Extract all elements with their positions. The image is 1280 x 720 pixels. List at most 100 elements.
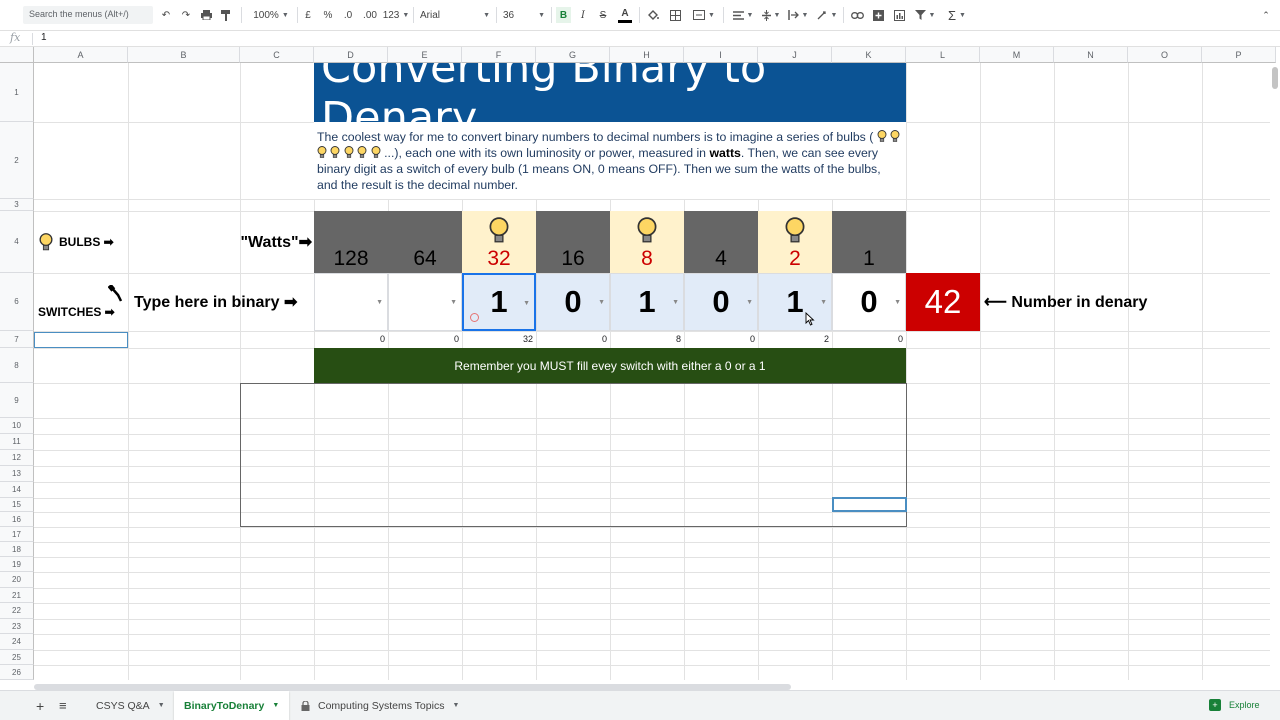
- type-here-label[interactable]: Type here in binary ➡: [128, 273, 312, 331]
- explore-button[interactable]: + Explore: [1209, 696, 1260, 714]
- strikethrough-button[interactable]: S: [598, 7, 608, 23]
- binary-switch-dropdown[interactable]: 0 ▼: [832, 273, 906, 331]
- text-wrapping-icon[interactable]: ▼: [786, 7, 810, 23]
- align-horizontal-icon[interactable]: ▼: [730, 7, 756, 23]
- all-sheets-button[interactable]: ≡: [49, 691, 77, 720]
- switches-label-cell[interactable]: SWITCHES ➡: [34, 273, 128, 331]
- row-header[interactable]: 25: [0, 650, 34, 665]
- chevron-down-icon[interactable]: ▼: [672, 299, 679, 306]
- watts-cell[interactable]: 1: [832, 211, 906, 273]
- column-header-e[interactable]: E: [388, 47, 462, 63]
- print-icon[interactable]: [200, 7, 212, 23]
- functions-icon[interactable]: Σ ▼: [945, 7, 969, 23]
- binary-switch-dropdown[interactable]: 1 ▼: [758, 273, 832, 331]
- row-header[interactable]: 1: [0, 63, 34, 122]
- row-header[interactable]: 9: [0, 383, 34, 418]
- page-title[interactable]: Converting Binary to Denary: [314, 63, 906, 122]
- row-header[interactable]: 15: [0, 498, 34, 512]
- row-header[interactable]: 11: [0, 434, 34, 450]
- column-header-h[interactable]: H: [610, 47, 684, 63]
- binary-switch-dropdown[interactable]: 0 ▼: [536, 273, 610, 331]
- binary-switch-dropdown[interactable]: ▼: [388, 273, 462, 331]
- watts-cell[interactable]: 64: [388, 211, 462, 273]
- row-header[interactable]: 4: [0, 211, 34, 273]
- bulbs-label-cell[interactable]: BULBS ➡: [38, 211, 128, 273]
- contribution-cell[interactable]: 0: [314, 331, 388, 348]
- watts-cell[interactable]: 16: [536, 211, 610, 273]
- watts-cell[interactable]: 2: [758, 211, 832, 273]
- contribution-cell[interactable]: 8: [610, 331, 684, 348]
- contribution-cell[interactable]: 0: [832, 331, 906, 348]
- more-formats-select[interactable]: 123 ▼: [383, 7, 410, 23]
- watts-cell[interactable]: 8: [610, 211, 684, 273]
- borders-icon[interactable]: [669, 7, 682, 23]
- column-header-m[interactable]: M: [980, 47, 1054, 63]
- row-header[interactable]: 3: [0, 199, 34, 211]
- select-all-corner[interactable]: [0, 47, 34, 63]
- binary-switch-dropdown[interactable]: 1 ▼: [462, 273, 536, 331]
- active-cell-highlight[interactable]: [34, 332, 128, 348]
- font-select[interactable]: Arial ▼: [420, 7, 490, 23]
- chevron-down-icon[interactable]: ▼: [523, 300, 530, 307]
- remember-banner[interactable]: Remember you MUST fill evey switch with …: [314, 348, 906, 383]
- vertical-scrollbar[interactable]: [1270, 63, 1280, 680]
- column-header-k[interactable]: K: [832, 47, 906, 63]
- tab-computing-systems-topics[interactable]: Computing Systems Topics ▼: [291, 691, 469, 720]
- tab-binary-to-denary[interactable]: BinaryToDenary ▼: [174, 691, 290, 720]
- italic-button[interactable]: I: [578, 7, 588, 23]
- contribution-cell[interactable]: 2: [758, 331, 832, 348]
- number-in-denary-label[interactable]: ⟵ Number in denary: [982, 273, 1202, 331]
- increase-decimal-button[interactable]: .00: [362, 7, 378, 23]
- chevron-down-icon[interactable]: ▼: [450, 299, 457, 306]
- zoom-select[interactable]: 100% ▼: [250, 7, 292, 23]
- insert-comment-icon[interactable]: [871, 7, 885, 23]
- binary-switch-dropdown[interactable]: ▼: [314, 273, 388, 331]
- row-header[interactable]: 17: [0, 527, 34, 542]
- undo-icon[interactable]: ↶: [160, 7, 172, 23]
- row-header[interactable]: 24: [0, 634, 34, 650]
- column-header-f[interactable]: F: [462, 47, 536, 63]
- font-size-select[interactable]: 36 ▼: [503, 7, 545, 23]
- row-header[interactable]: 12: [0, 450, 34, 466]
- column-header-j[interactable]: J: [758, 47, 832, 63]
- text-color-button[interactable]: A: [618, 7, 632, 23]
- menu-search-input[interactable]: Search the menus (Alt+/): [23, 6, 153, 24]
- chevron-down-icon[interactable]: ▼: [894, 299, 901, 306]
- bold-button[interactable]: B: [556, 7, 571, 23]
- tab-csys-qa[interactable]: CSYS Q&A ▼: [86, 691, 175, 720]
- row-header[interactable]: 8: [0, 348, 34, 383]
- percent-format-button[interactable]: %: [323, 7, 333, 23]
- column-header-g[interactable]: G: [536, 47, 610, 63]
- binary-switch-dropdown[interactable]: 1 ▼: [610, 273, 684, 331]
- redo-icon[interactable]: ↷: [180, 7, 192, 23]
- row-header[interactable]: 7: [0, 331, 34, 348]
- watts-cell[interactable]: 4: [684, 211, 758, 273]
- decrease-decimal-button[interactable]: .0: [341, 7, 355, 23]
- watts-cell[interactable]: 128: [314, 211, 388, 273]
- formula-input[interactable]: 1: [41, 32, 47, 43]
- contribution-cell[interactable]: 0: [684, 331, 758, 348]
- watts-label[interactable]: "Watts"➡: [128, 211, 312, 273]
- align-vertical-icon[interactable]: ▼: [760, 7, 782, 23]
- column-header-d[interactable]: D: [314, 47, 388, 63]
- collapse-toolbar-icon[interactable]: ⌃: [1259, 7, 1273, 23]
- row-header[interactable]: 19: [0, 557, 34, 572]
- column-header-o[interactable]: O: [1128, 47, 1202, 63]
- row-header[interactable]: 10: [0, 418, 34, 434]
- column-header-a[interactable]: A: [34, 47, 128, 63]
- column-header-p[interactable]: P: [1202, 47, 1276, 63]
- row-header[interactable]: 6: [0, 273, 34, 331]
- watts-cell[interactable]: 32: [462, 211, 536, 273]
- denary-result[interactable]: 42: [906, 273, 980, 331]
- fill-color-icon[interactable]: [646, 7, 660, 23]
- description-cell[interactable]: The coolest way for me to convert binary…: [314, 122, 906, 199]
- contribution-cell[interactable]: 0: [536, 331, 610, 348]
- row-header[interactable]: 20: [0, 572, 34, 588]
- row-header[interactable]: 18: [0, 542, 34, 557]
- selected-cell[interactable]: [832, 497, 907, 512]
- row-header[interactable]: 13: [0, 466, 34, 482]
- row-header[interactable]: 23: [0, 619, 34, 634]
- text-rotation-icon[interactable]: ▼: [815, 7, 839, 23]
- chevron-down-icon[interactable]: ▼: [820, 299, 827, 306]
- insert-link-icon[interactable]: [850, 7, 864, 23]
